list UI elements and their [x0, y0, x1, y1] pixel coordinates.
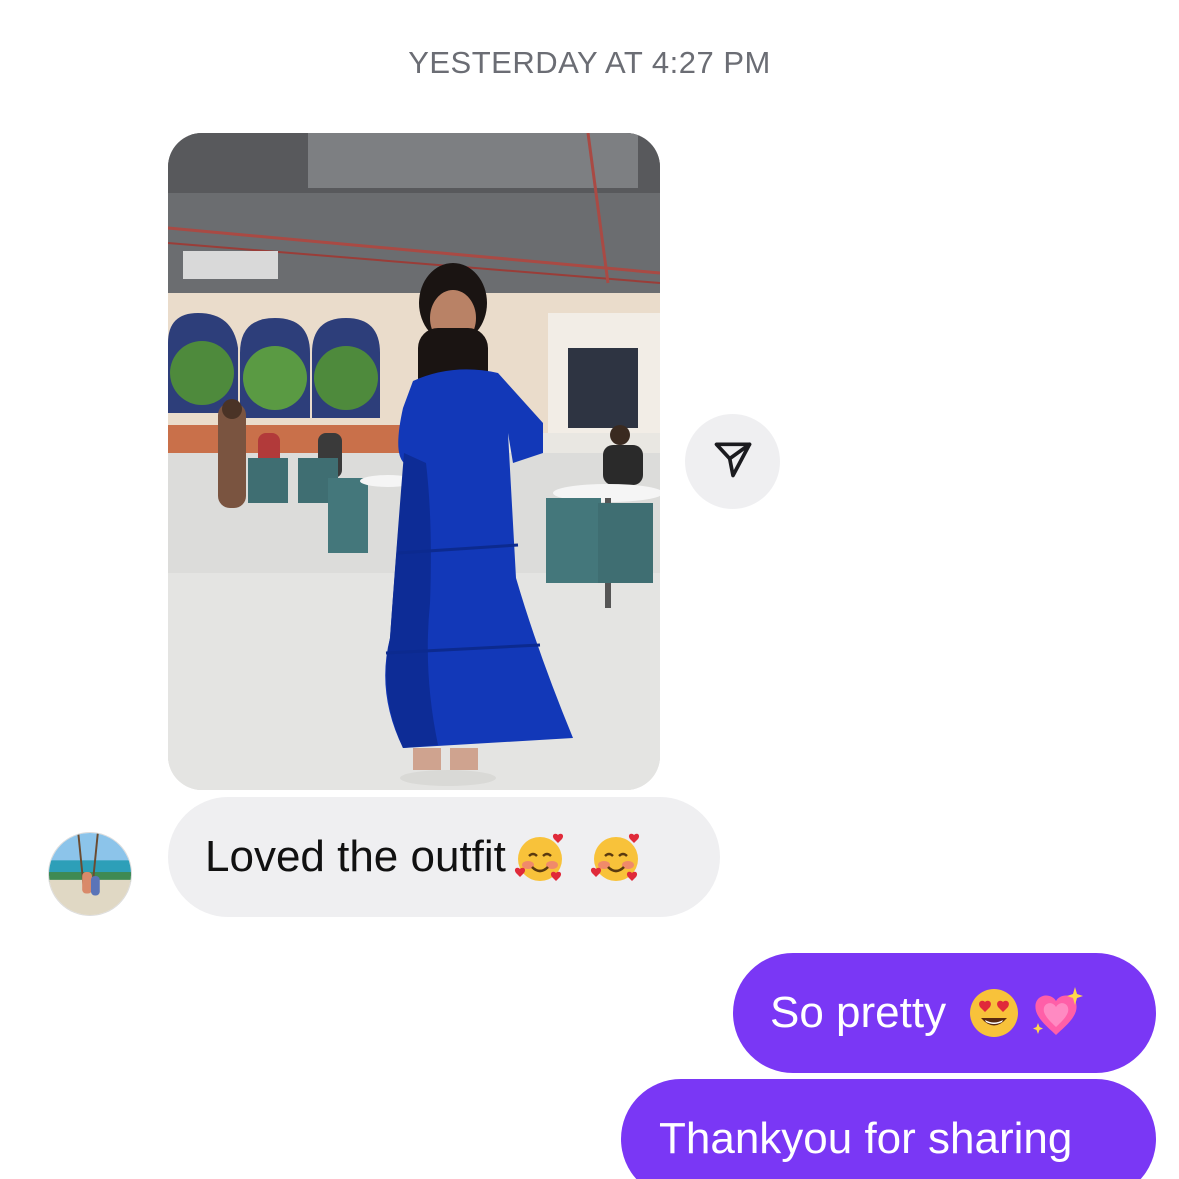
sent-message-bubble[interactable]: Thankyou for sharing — [621, 1079, 1156, 1179]
photo-content — [168, 133, 660, 790]
shared-photo-message[interactable] — [168, 133, 660, 790]
message-text: Loved the outfit — [205, 832, 506, 881]
avatar-image — [49, 833, 131, 915]
smiling-face-with-hearts-icon — [588, 829, 644, 885]
sparkling-heart-icon — [1028, 985, 1084, 1041]
message-text: Thankyou for sharing — [659, 1114, 1073, 1163]
sent-message-bubble[interactable]: So pretty — [733, 953, 1156, 1073]
share-button[interactable] — [685, 414, 780, 509]
avatar[interactable] — [48, 832, 132, 916]
heart-eyes-icon — [966, 985, 1022, 1041]
received-message-bubble[interactable]: Loved the outfit — [168, 797, 720, 917]
smiling-face-with-hearts-icon — [512, 829, 568, 885]
thread-timestamp: YESTERDAY AT 4:27 PM — [408, 45, 771, 80]
message-text: So pretty — [770, 988, 947, 1037]
send-icon — [711, 437, 755, 486]
